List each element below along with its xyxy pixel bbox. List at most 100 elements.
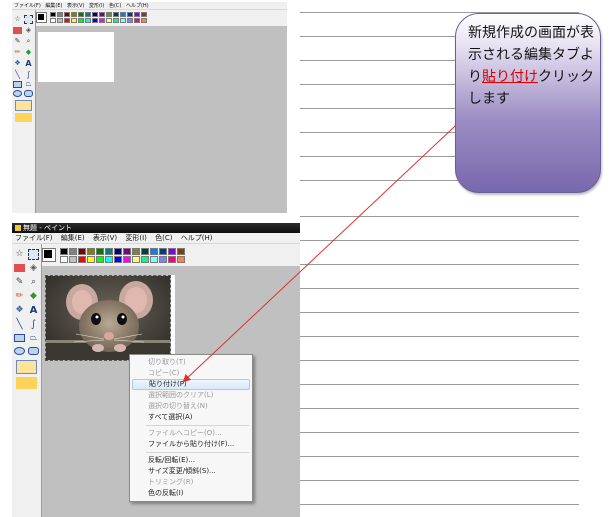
rect-select-icon[interactable]	[28, 249, 39, 260]
fill-icon[interactable]: ◈	[28, 263, 39, 274]
airbrush-icon[interactable]: ❖	[14, 305, 25, 316]
free-select-icon[interactable]: ☆	[13, 15, 22, 24]
palette-swatch[interactable]	[50, 18, 56, 23]
palette-swatch[interactable]	[92, 12, 98, 17]
menu-item-invert-colors[interactable]: 色の反転(I)	[132, 488, 250, 499]
pencil-icon[interactable]: ✏	[13, 48, 22, 57]
palette-swatch[interactable]	[159, 256, 167, 263]
text-icon[interactable]: A	[28, 305, 39, 316]
menu-item-flip-rotate[interactable]: 反転/回転(E)...	[132, 455, 250, 466]
polygon-icon[interactable]: ⏢	[24, 81, 33, 88]
brush-icon[interactable]: ◆	[24, 48, 33, 57]
palette-swatch[interactable]	[177, 256, 185, 263]
opaque-option-icon[interactable]	[15, 113, 32, 122]
palette-swatch[interactable]	[87, 256, 95, 263]
palette-swatch[interactable]	[120, 12, 126, 17]
palette-swatch[interactable]	[141, 12, 147, 17]
menu-item-copy-to-file[interactable]: ファイルへコピー(O)...	[132, 428, 250, 439]
palette-swatch[interactable]	[71, 12, 77, 17]
line-icon[interactable]: ╲	[13, 70, 22, 79]
palette-swatch[interactable]	[123, 248, 131, 255]
palette-swatch[interactable]	[60, 248, 68, 255]
menu-item-copy[interactable]: コピー(C)	[132, 368, 250, 379]
palette-swatch[interactable]	[57, 12, 63, 17]
palette-swatch[interactable]	[150, 248, 158, 255]
ellipse-icon[interactable]	[14, 347, 25, 355]
ellipse-icon[interactable]	[13, 90, 22, 97]
blank-canvas[interactable]	[38, 32, 114, 82]
palette-swatch[interactable]	[106, 12, 112, 17]
rectangle-icon[interactable]	[14, 334, 25, 342]
palette-swatch[interactable]	[69, 256, 77, 263]
palette-swatch[interactable]	[113, 18, 119, 23]
palette-swatch[interactable]	[99, 18, 105, 23]
menu-image[interactable]: 変形(I)	[125, 233, 147, 243]
palette-swatch[interactable]	[120, 18, 126, 23]
canvas-area[interactable]	[171, 275, 175, 361]
menu-item-crop[interactable]: トリミング(R)	[132, 477, 250, 488]
menu-item-resize-skew[interactable]: サイズ変更/傾斜(S)...	[132, 466, 250, 477]
menu-item-paste[interactable]: 貼り付け(P)	[132, 379, 250, 390]
free-select-icon[interactable]: ☆	[14, 249, 25, 260]
palette-swatch[interactable]	[132, 256, 140, 263]
palette-swatch[interactable]	[64, 18, 70, 23]
transparent-option-icon[interactable]	[16, 360, 37, 374]
palette-swatch[interactable]	[85, 12, 91, 17]
palette-swatch[interactable]	[69, 248, 77, 255]
menu-item-select-all[interactable]: すべて選択(A)	[132, 412, 250, 423]
fill-icon[interactable]: ◈	[24, 26, 33, 35]
palette-swatch[interactable]	[114, 248, 122, 255]
palette-swatch[interactable]	[127, 18, 133, 23]
palette-swatch[interactable]	[105, 256, 113, 263]
menu-item-invert-selection[interactable]: 選択の切り替え(N)	[132, 401, 250, 412]
menu-item-paste-from-file[interactable]: ファイルから貼り付け(F)...	[132, 439, 250, 450]
pasted-image[interactable]	[45, 275, 171, 361]
palette-swatch[interactable]	[134, 18, 140, 23]
text-icon[interactable]: A	[24, 59, 33, 68]
palette-swatch[interactable]	[113, 12, 119, 17]
palette-swatch[interactable]	[123, 256, 131, 263]
menu-view[interactable]: 表示(V)	[67, 2, 84, 9]
eraser-icon[interactable]	[14, 264, 25, 272]
menu-image[interactable]: 変形(I)	[89, 2, 104, 9]
palette-swatch[interactable]	[96, 256, 104, 263]
palette-swatch[interactable]	[50, 12, 56, 17]
menu-item-cut[interactable]: 切り取り(T)	[132, 357, 250, 368]
menu-file[interactable]: ファイル(F)	[14, 2, 41, 9]
palette-swatch[interactable]	[127, 12, 133, 17]
palette-swatch[interactable]	[106, 18, 112, 23]
menu-edit[interactable]: 編集(E)	[61, 233, 85, 243]
palette-swatch[interactable]	[78, 256, 86, 263]
palette-swatch[interactable]	[78, 12, 84, 17]
palette-swatch[interactable]	[60, 256, 68, 263]
palette-swatch[interactable]	[87, 248, 95, 255]
rect-select-icon[interactable]	[24, 15, 33, 24]
palette-swatch[interactable]	[71, 18, 77, 23]
rectangle-icon[interactable]	[13, 81, 22, 88]
opaque-option-icon[interactable]	[16, 377, 37, 389]
line-icon[interactable]: ╲	[14, 319, 25, 330]
menu-edit[interactable]: 編集(E)	[45, 2, 62, 9]
picker-icon[interactable]: ✎	[13, 37, 22, 46]
menu-view[interactable]: 表示(V)	[93, 233, 117, 243]
menu-file[interactable]: ファイル(F)	[15, 233, 53, 243]
palette-swatch[interactable]	[132, 248, 140, 255]
palette-swatch[interactable]	[105, 248, 113, 255]
palette-swatch[interactable]	[141, 248, 149, 255]
palette-swatch[interactable]	[159, 248, 167, 255]
eraser-icon[interactable]	[13, 27, 22, 34]
polygon-icon[interactable]: ⏢	[28, 333, 39, 343]
rounded-rect-icon[interactable]	[24, 90, 33, 97]
palette-swatch[interactable]	[141, 18, 147, 23]
palette-swatch[interactable]	[99, 12, 105, 17]
picker-icon[interactable]: ✎	[14, 277, 25, 288]
palette-swatch[interactable]	[96, 248, 104, 255]
menu-help[interactable]: ヘルプ(H)	[181, 233, 213, 243]
magnifier-icon[interactable]: ⌕	[28, 277, 39, 288]
palette-swatch[interactable]	[64, 12, 70, 17]
pencil-icon[interactable]: ✏	[14, 291, 25, 302]
palette-swatch[interactable]	[78, 248, 86, 255]
transparent-option-icon[interactable]	[15, 100, 32, 111]
palette-swatch[interactable]	[168, 248, 176, 255]
palette-swatch[interactable]	[78, 18, 84, 23]
